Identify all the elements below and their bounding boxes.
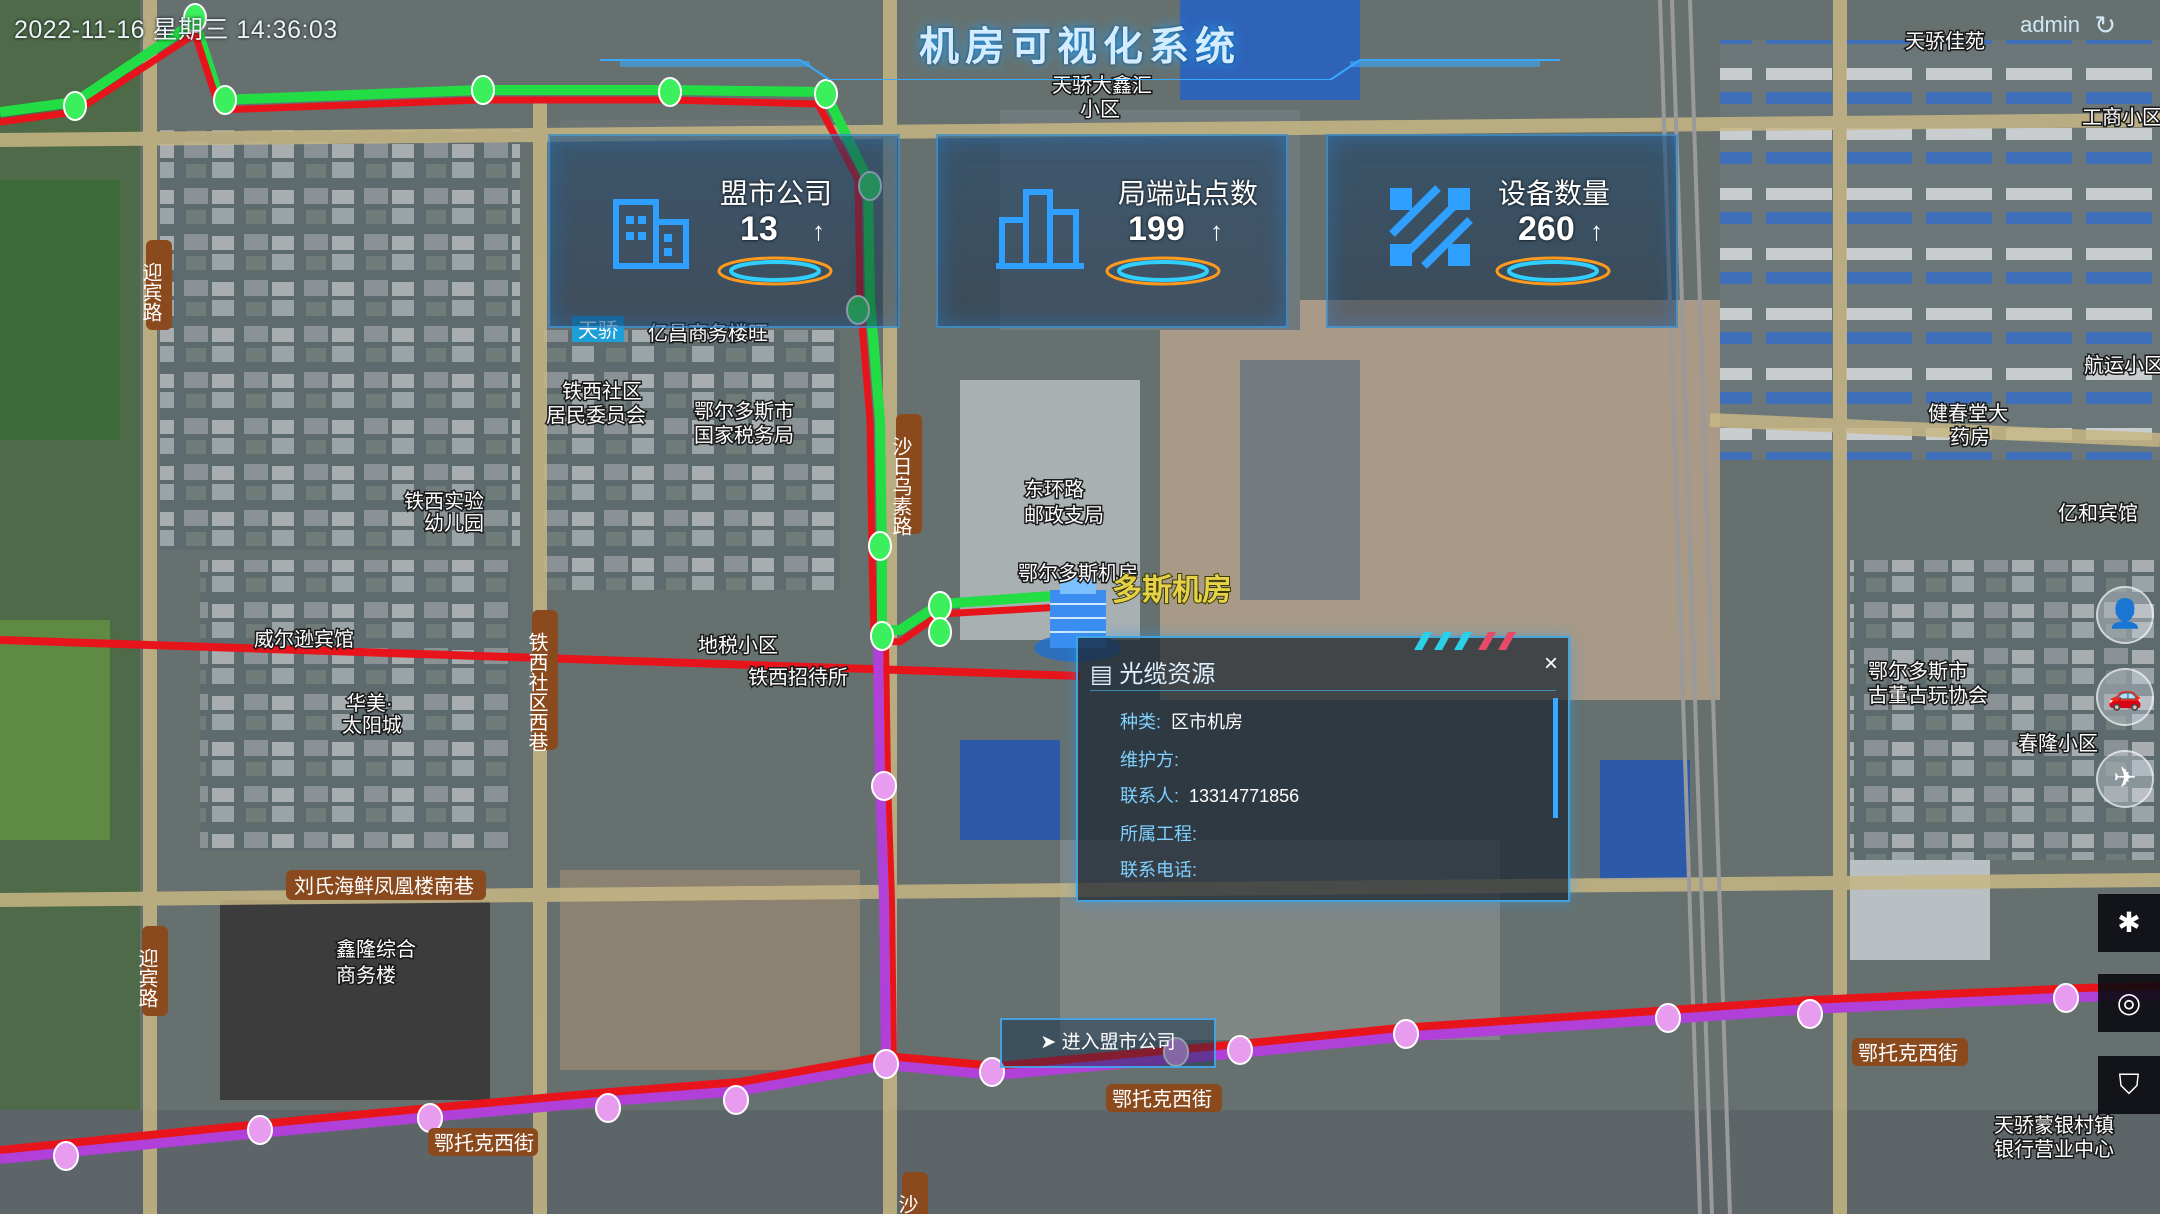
map-label: 商务楼	[336, 964, 396, 987]
map-label: 航运小区	[2084, 354, 2160, 377]
divider	[1090, 690, 1556, 691]
popup-title-text: 光缆资源	[1119, 661, 1216, 688]
close-button[interactable]: ×	[1544, 650, 1558, 678]
map-label: 幼儿园	[424, 512, 484, 535]
trend-up-icon: ↑	[812, 216, 825, 246]
map-label: 东环路	[1024, 478, 1084, 501]
popup-row: 维护方:	[1120, 746, 1189, 772]
stat-card-devices: 设备数量 260 ↑	[1326, 134, 1678, 328]
row-key: 联系人:	[1120, 786, 1180, 806]
car-icon[interactable]: 🚗	[2096, 668, 2154, 726]
row-value: 13314771856	[1189, 786, 1300, 806]
scrollbar[interactable]	[1553, 698, 1558, 818]
machine-room-label: 多斯机房	[1112, 574, 1232, 607]
stat-value: 199	[1128, 210, 1185, 248]
stat-label: 局端站点数	[1118, 178, 1259, 209]
username[interactable]: admin	[2020, 12, 2080, 38]
map-label: 天骄蒙银村镇	[1994, 1114, 2114, 1137]
road-label: 鄂托克西街	[1112, 1088, 1212, 1111]
glow-ring-icon	[1495, 256, 1611, 286]
map-label: 药房	[1950, 426, 1990, 449]
map-label: 亿和宾馆	[2058, 502, 2138, 525]
map-label: 居民委员会	[546, 404, 646, 427]
enter-company-label: 进入盟市公司	[1061, 1032, 1176, 1053]
enter-company-button[interactable]: ➤ 进入盟市公司	[1000, 1018, 1216, 1068]
road-label: 迎宾路	[139, 262, 162, 322]
map-label: 铁西招待所	[748, 666, 848, 689]
map-label: 鄂尔多斯市	[694, 400, 794, 423]
map-label: 工商小区	[2082, 106, 2160, 129]
map-label: 地税小区	[698, 634, 778, 657]
puzzle-icon[interactable]: ✱	[2098, 894, 2160, 952]
row-key: 联系电话:	[1120, 860, 1198, 880]
document-icon: ▤	[1090, 661, 1113, 688]
road-label: 刘氏海鲜凤凰楼南巷	[294, 875, 474, 898]
row-key: 维护方:	[1120, 750, 1180, 770]
map-label: 小区	[1080, 98, 1120, 121]
plane-icon[interactable]: ✈	[2096, 750, 2154, 808]
map-label: 健春堂大	[1928, 402, 2008, 425]
map-label: 古董古玩协会	[1868, 684, 1988, 707]
stat-card-league-companies: 盟市公司 13 ↑	[548, 134, 900, 328]
refresh-icon[interactable]: ↻	[2094, 10, 2116, 41]
map-label: 鑫隆综合	[336, 938, 416, 961]
road-label: 沙日	[895, 1194, 918, 1214]
stat-card-sites: 局端站点数 199 ↑	[936, 134, 1288, 328]
network-icon	[1389, 185, 1473, 269]
trend-up-icon: ↑	[1590, 216, 1603, 246]
road-label: 铁西社区西巷	[525, 632, 548, 752]
map-label: 威尔逊宾馆	[254, 628, 354, 651]
map-label: 国家税务局	[694, 424, 794, 447]
road-label: 沙日乌素路	[889, 436, 912, 536]
shield-icon[interactable]: ⛉	[2098, 1056, 2160, 1114]
map-label: 华美·	[346, 692, 393, 715]
stat-label: 盟市公司	[720, 178, 833, 209]
map-label: 鄂尔多斯市	[1868, 660, 1968, 683]
glow-ring-icon	[717, 256, 833, 286]
page-title: 机房可视化系统	[919, 25, 1241, 69]
row-key: 种类:	[1120, 712, 1162, 732]
road-label: 鄂托克西街	[1858, 1042, 1958, 1065]
map-label: 铁西社区	[562, 380, 642, 403]
popup-row: 所属工程:	[1120, 820, 1207, 846]
popup-row: 联系电话:	[1120, 856, 1207, 882]
glow-ring-icon	[1105, 256, 1221, 286]
road-label: 鄂托克西街	[434, 1132, 534, 1155]
road-label: 迎宾路	[135, 948, 158, 1008]
map-label: 春隆小区	[2018, 732, 2098, 755]
row-key: 所属工程:	[1120, 824, 1198, 844]
stat-value: 260	[1518, 210, 1575, 248]
stat-label: 设备数量	[1498, 178, 1611, 209]
user-icon[interactable]: 👤	[2096, 586, 2154, 644]
popup-row: 种类: 区市机房	[1120, 708, 1243, 734]
navigate-arrow-icon: ➤	[1040, 1032, 1062, 1053]
stripe-decoration	[1414, 632, 1516, 650]
map-label: 银行营业中心	[1994, 1138, 2114, 1161]
building-icon	[613, 199, 689, 269]
stat-value: 13	[740, 210, 778, 248]
popup-title: ▤ 光缆资源	[1090, 654, 1215, 689]
popup-row: 联系人: 13314771856	[1120, 782, 1299, 808]
row-value: 区市机房	[1171, 712, 1244, 732]
map-label: 铁西实验	[404, 490, 484, 513]
camera-icon[interactable]: ◎	[2098, 974, 2160, 1032]
info-popup: ▤ 光缆资源 × 种类: 区市机房 维护方: 联系人: 13314771856 所属…	[1076, 632, 1570, 902]
buildings-icon	[996, 189, 1084, 269]
trend-up-icon: ↑	[1210, 216, 1223, 246]
map-label: 邮政支局	[1024, 504, 1104, 527]
map-label: 太阳城	[342, 714, 402, 737]
